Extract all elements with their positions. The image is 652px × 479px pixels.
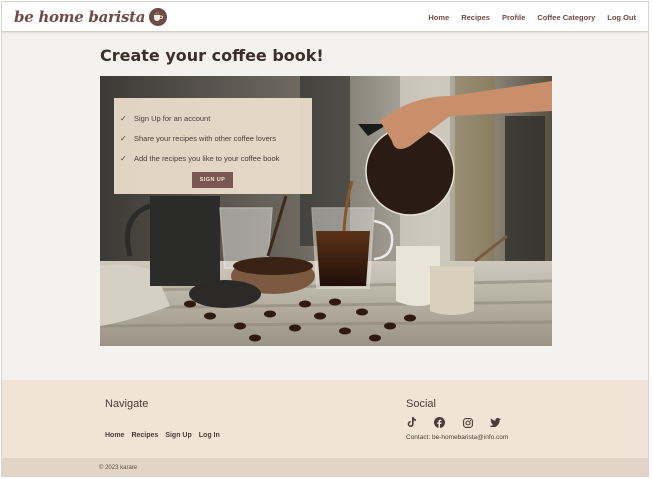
feature-text: Add the recipes you like to your coffee …	[134, 153, 280, 163]
twitter-icon[interactable]	[488, 415, 503, 430]
check-icon: ✓	[120, 133, 127, 143]
navbar: be home barista Home Recipes Profile Cof…	[2, 2, 648, 32]
feature-item: ✓ Sign Up for an account	[120, 108, 312, 128]
sign-up-button[interactable]: SIGN UP	[192, 172, 233, 188]
feature-item: ✓ Share your recipes with other coffee l…	[120, 128, 312, 148]
feature-text: Sign Up for an account	[134, 113, 211, 123]
contact-info: Contact: be-homebarista@info.com	[406, 434, 509, 441]
nav-link-profile[interactable]: Profile	[496, 13, 531, 22]
hero-section: ✓ Sign Up for an account ✓ Share your re…	[100, 76, 552, 346]
footer-link-sign-up[interactable]: Sign Up	[165, 432, 191, 439]
nav-links: Home Recipes Profile Coffee Category Log…	[422, 2, 642, 32]
facebook-icon[interactable]	[432, 415, 447, 430]
nav-link-home[interactable]: Home	[422, 13, 455, 22]
browser-viewport: be home barista Home Recipes Profile Cof…	[1, 1, 649, 477]
brand-name: be home barista	[14, 8, 146, 26]
signup-card: ✓ Sign Up for an account ✓ Share your re…	[114, 98, 312, 194]
check-icon: ✓	[120, 153, 127, 163]
coffee-cup-icon	[149, 8, 168, 26]
social-icons	[404, 415, 503, 430]
feature-text: Share your recipes with other coffee lov…	[134, 133, 277, 143]
page-title: Create your coffee book!	[100, 46, 324, 65]
feature-item: ✓ Add the recipes you like to your coffe…	[120, 148, 312, 168]
copyright-text: © 2023 karare	[99, 465, 138, 471]
check-icon: ✓	[120, 113, 127, 123]
footer-link-recipes[interactable]: Recipes	[131, 432, 158, 439]
instagram-icon[interactable]	[460, 415, 475, 430]
brand-logo[interactable]: be home barista	[14, 6, 168, 28]
footer-social-heading: Social	[406, 398, 436, 410]
footer: Navigate Home Recipes Sign Up Log In Soc…	[2, 380, 648, 458]
footer-nav-links: Home Recipes Sign Up Log In	[105, 432, 220, 439]
footer-navigate-heading: Navigate	[105, 398, 149, 410]
footer-link-log-in[interactable]: Log In	[199, 432, 220, 439]
tiktok-icon[interactable]	[404, 415, 419, 430]
nav-link-recipes[interactable]: Recipes	[455, 13, 496, 22]
footer-link-home[interactable]: Home	[105, 432, 124, 439]
nav-link-coffee-category[interactable]: Coffee Category	[531, 13, 601, 22]
copyright-bar: © 2023 karare	[2, 458, 648, 476]
nav-link-log-out[interactable]: Log Out	[601, 13, 642, 22]
